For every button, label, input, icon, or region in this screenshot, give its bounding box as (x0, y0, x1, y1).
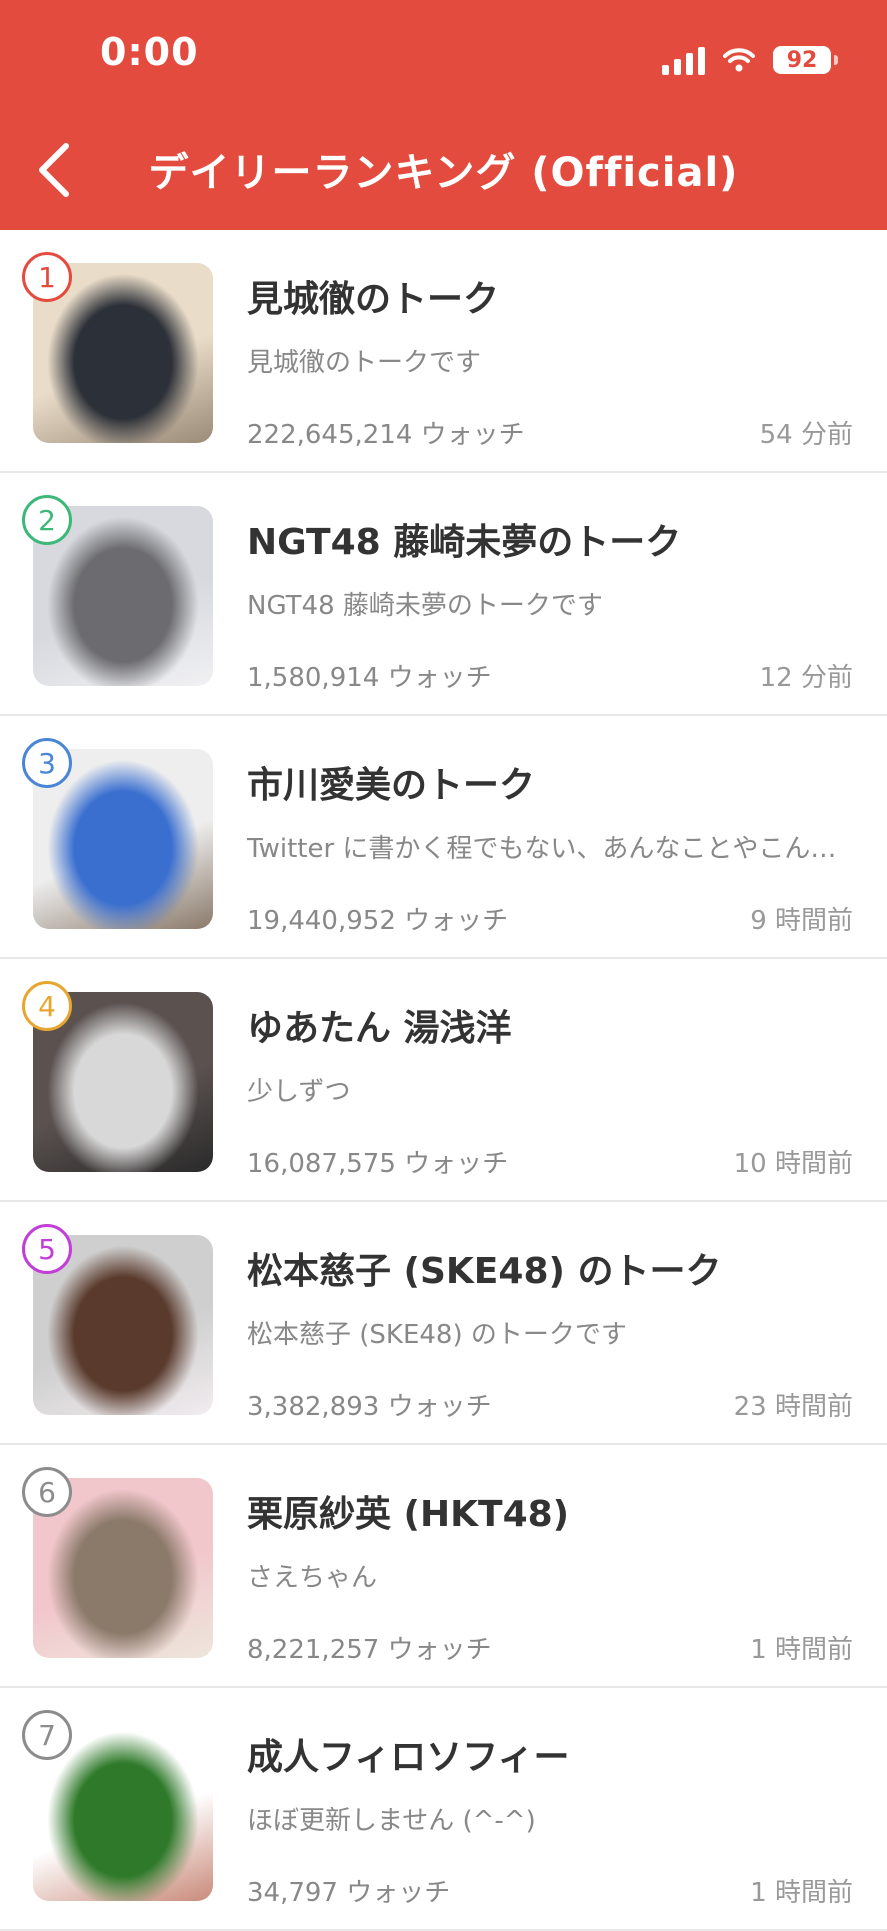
talk-title: 栗原紗英 (HKT48) (247, 1494, 570, 1535)
ranking-row[interactable]: 4 ゆあたん 湯浅洋 少しずつ 16,087,575 ウォッチ 10 時間前 (0, 959, 887, 1202)
rank-badge: 1 (22, 252, 72, 302)
battery-level: 92 (786, 47, 818, 73)
talk-title: 市川愛美のトーク (247, 765, 536, 806)
watch-count: 8,221,257 ウォッチ (247, 1635, 492, 1665)
updated-time: 54 分前 (759, 420, 853, 450)
cellular-signal-icon (662, 45, 705, 75)
watch-count: 3,382,893 ウォッチ (247, 1392, 492, 1422)
updated-time: 1 時間前 (750, 1635, 853, 1665)
updated-time: 23 時間前 (733, 1392, 853, 1422)
ranking-row[interactable]: 7 成人フィロソフィー ほぼ更新しません (^-^) 34,797 ウォッチ 1… (0, 1688, 887, 1931)
rank-badge: 4 (22, 981, 72, 1031)
rank-badge: 3 (22, 738, 72, 788)
updated-time: 12 分前 (759, 663, 853, 693)
status-icons: 92 (662, 38, 838, 82)
rank-badge: 6 (22, 1467, 72, 1517)
wifi-icon (723, 48, 755, 72)
watch-count: 34,797 ウォッチ (247, 1878, 451, 1908)
talk-description: NGT48 藤崎未夢のトークです (247, 591, 603, 621)
watch-count: 16,087,575 ウォッチ (247, 1149, 509, 1179)
battery-icon: 92 (773, 46, 838, 74)
ranking-row[interactable]: 1 見城徹のトーク 見城徹のトークです 222,645,214 ウォッチ 54 … (0, 230, 887, 473)
talk-description: 見城徹のトークです (247, 348, 482, 378)
rank-badge: 7 (22, 1710, 72, 1760)
talk-title: ゆあたん 湯浅洋 (247, 1008, 512, 1049)
rank-badge: 5 (22, 1224, 72, 1274)
app-header: 0:00 92 デイリーランキング (Official) (0, 0, 887, 230)
rank-badge: 2 (22, 495, 72, 545)
ranking-list: 1 見城徹のトーク 見城徹のトークです 222,645,214 ウォッチ 54 … (0, 230, 887, 1931)
page-title: デイリーランキング (Official) (148, 150, 739, 196)
ranking-row[interactable]: 3 市川愛美のトーク Twitter に書かく程でもない、あんなことやこんなこと… (0, 716, 887, 959)
talk-title: 成人フィロソフィー (247, 1737, 570, 1778)
talk-description: 松本慈子 (SKE48) のトークです (247, 1320, 627, 1350)
updated-time: 9 時間前 (750, 906, 853, 936)
watch-count: 222,645,214 ウォッチ (247, 420, 525, 450)
talk-title: NGT48 藤崎未夢のトーク (247, 522, 682, 563)
talk-title: 松本慈子 (SKE48) のトーク (247, 1251, 722, 1292)
talk-description: さえちゃん (247, 1563, 378, 1593)
talk-description: 少しずつ (247, 1077, 351, 1107)
ranking-row[interactable]: 2 NGT48 藤崎未夢のトーク NGT48 藤崎未夢のトークです 1,580,… (0, 473, 887, 716)
ranking-row[interactable]: 5 松本慈子 (SKE48) のトーク 松本慈子 (SKE48) のトークです … (0, 1202, 887, 1445)
watch-count: 19,440,952 ウォッチ (247, 906, 509, 936)
watch-count: 1,580,914 ウォッチ (247, 663, 492, 693)
talk-description: ほぼ更新しません (^-^) (247, 1806, 536, 1836)
status-time: 0:00 (100, 30, 199, 74)
updated-time: 1 時間前 (750, 1878, 853, 1908)
ranking-row[interactable]: 6 栗原紗英 (HKT48) さえちゃん 8,221,257 ウォッチ 1 時間… (0, 1445, 887, 1688)
talk-description: Twitter に書かく程でもない、あんなことやこんなこと (247, 834, 857, 864)
talk-title: 見城徹のトーク (247, 279, 500, 320)
updated-time: 10 時間前 (733, 1149, 853, 1179)
